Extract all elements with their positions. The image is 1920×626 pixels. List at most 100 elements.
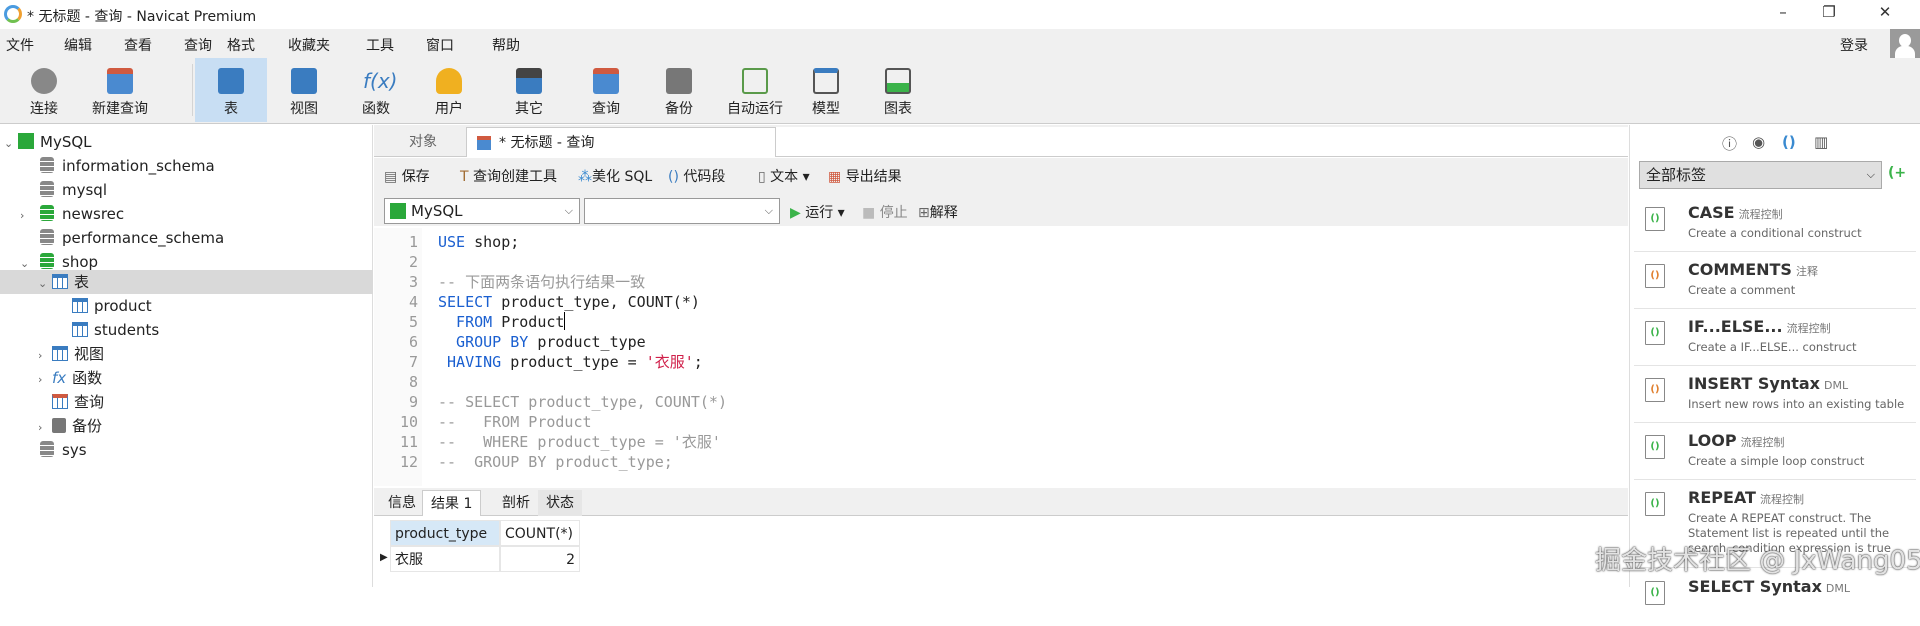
menu-window[interactable]: 窗口 — [426, 35, 454, 55]
tree-item-functions[interactable]: › fx 函数 — [38, 366, 102, 390]
chevron-right-icon[interactable]: › — [38, 368, 52, 392]
snippet-item[interactable]: () IF...ELSE... 流程控制 Create a IF...ELSE... … — [1634, 309, 1916, 366]
chevron-down-icon[interactable]: ⌄ — [38, 272, 52, 296]
save-icon: ▤ — [384, 169, 402, 185]
table-button[interactable]: 表 — [195, 58, 267, 122]
line-number: 10 — [399, 413, 418, 431]
snippet-item[interactable]: () SELECT Syntax DML — [1634, 569, 1916, 626]
chevron-right-icon[interactable]: › — [38, 416, 52, 440]
export-results-button[interactable]: ▦ 导出结果 — [828, 166, 902, 186]
menu-tools[interactable]: 工具 — [366, 35, 394, 55]
window-title: * 无标题 - 查询 - Navicat Premium — [27, 9, 257, 25]
menu-view[interactable]: 查看 — [124, 35, 152, 55]
tree-item-backups[interactable]: › 备份 — [38, 414, 102, 438]
column-header[interactable]: COUNT(*) — [500, 520, 580, 546]
login-link[interactable]: 登录 — [1840, 35, 1868, 55]
user-button[interactable]: 用户 — [413, 58, 485, 122]
save-button[interactable]: ▤ 保存 — [384, 166, 430, 186]
chevron-down-icon: ⌵ — [564, 204, 573, 217]
new-query-button[interactable]: 新建查询 — [84, 58, 156, 122]
brackets-icon[interactable]: () — [1782, 133, 1796, 151]
database-icon — [40, 181, 54, 197]
code-line: -- 下面两条语句执行结果一致 — [438, 273, 646, 291]
menu-favorites[interactable]: 收藏夹 — [288, 35, 330, 55]
tree-item-mysql[interactable]: ⌄ MySQL — [4, 130, 92, 154]
stop-icon: ■ — [862, 205, 880, 221]
snippet-item[interactable]: () LOOP 流程控制 Create a simple loop construct — [1634, 423, 1916, 480]
tree-item-db[interactable]: performance_schema — [40, 226, 224, 250]
tree-item-table[interactable]: students — [72, 318, 159, 342]
tree-item-db[interactable]: sys — [40, 438, 87, 462]
text-button[interactable]: ▯ 文本 ▾ — [758, 166, 810, 186]
menu-file[interactable]: 文件 — [6, 35, 34, 55]
close-button[interactable]: ✕ — [1862, 3, 1908, 25]
menu-edit[interactable]: 编辑 — [64, 35, 92, 55]
run-button[interactable]: ▶ 运行 ▾ — [790, 202, 845, 222]
tab-result-1[interactable]: 结果 1 — [422, 490, 482, 516]
query-button[interactable]: 查询 — [570, 58, 642, 122]
tree-item-views[interactable]: › 视图 — [38, 342, 104, 366]
chart-button[interactable]: 图表 — [862, 58, 934, 122]
connection-select[interactable]: MySQL ⌵ — [384, 198, 580, 224]
line-number: 2 — [408, 253, 418, 271]
tab-info[interactable]: 信息 — [380, 490, 424, 516]
table-cell[interactable]: 衣服 — [390, 546, 500, 572]
info-icon[interactable]: ⓘ — [1722, 133, 1737, 154]
tag-filter-select[interactable]: 全部标签 ⌵ — [1639, 161, 1882, 189]
user-icon — [436, 68, 462, 94]
restore-button[interactable]: ❐ — [1806, 3, 1852, 25]
sql-editor[interactable]: 1 2 3 4 5 6 7 8 9 10 11 12 USE shop; -- … — [374, 228, 1628, 486]
explain-button[interactable]: ⊞解释 — [918, 202, 958, 222]
minimize-button[interactable]: – — [1760, 3, 1806, 25]
tree-item-tables[interactable]: ⌄ 表 — [38, 270, 89, 294]
tree-item-table[interactable]: product — [72, 294, 152, 318]
column-header[interactable]: product_type — [390, 520, 500, 546]
navicat-logo-icon — [4, 5, 22, 23]
tab-query[interactable]: * 无标题 - 查询 — [466, 127, 776, 157]
line-number: 11 — [399, 433, 418, 451]
tab-status[interactable]: 状态 — [538, 490, 582, 516]
table-cell[interactable]: 2 — [500, 546, 580, 572]
layout-icon[interactable]: ▥ — [1814, 133, 1828, 151]
connection-row: MySQL ⌵ ⌵ ▶ 运行 ▾ ■ 停止 ⊞解释 — [374, 190, 1628, 226]
backup-button[interactable]: 备份 — [643, 58, 715, 122]
menu-query[interactable]: 查询 — [184, 35, 212, 55]
query-icon — [52, 394, 68, 409]
snippet-panel: ⓘ ◉ () ▥ 全部标签 ⌵ (+ () CASE 流程控制 Create a con… — [1629, 125, 1920, 605]
snippet-button[interactable]: () 代码段 — [668, 166, 725, 186]
snippet-item[interactable]: () COMMENTS 注释 Create a comment — [1634, 252, 1916, 309]
chevron-right-icon[interactable]: › — [38, 344, 52, 368]
beautify-sql-button[interactable]: ⁂美化 SQL — [578, 166, 652, 186]
tab-profile[interactable]: 剖析 — [494, 490, 538, 516]
database-select[interactable]: ⌵ — [584, 198, 780, 224]
tree-item-db[interactable]: information_schema — [40, 154, 215, 178]
text-cursor — [564, 312, 566, 330]
tree-item-queries[interactable]: 查询 — [52, 390, 104, 414]
snippet-item[interactable]: () INSERT Syntax DML Insert new rows into a… — [1634, 366, 1916, 423]
menu-format[interactable]: 格式 — [227, 35, 255, 55]
stop-button[interactable]: ■ 停止 — [862, 202, 908, 222]
export-icon: ▦ — [828, 169, 846, 185]
snippet-item[interactable]: () CASE 流程控制 Create a conditional construct — [1634, 195, 1916, 252]
automation-button[interactable]: 自动运行 — [715, 58, 795, 122]
tab-objects[interactable]: 对象 — [380, 127, 466, 157]
other-button[interactable]: 其它 — [493, 58, 565, 122]
query-builder-button[interactable]: T 查询创建工具 — [460, 166, 557, 186]
tree-item-db[interactable]: mysql — [40, 178, 107, 202]
function-button[interactable]: f(x) 函数 — [340, 58, 412, 122]
add-snippet-icon[interactable]: (+ — [1888, 165, 1906, 181]
avatar[interactable] — [1890, 29, 1920, 59]
chevron-right-icon[interactable]: › — [20, 204, 34, 228]
chevron-down-icon[interactable]: ⌄ — [20, 252, 34, 276]
line-number: 1 — [408, 233, 418, 251]
connect-button[interactable]: 连接 — [8, 58, 80, 122]
view-icon — [291, 68, 317, 94]
schedule-icon — [742, 68, 768, 94]
model-button[interactable]: 模型 — [790, 58, 862, 122]
eye-icon[interactable]: ◉ — [1752, 133, 1765, 151]
view-button[interactable]: 视图 — [268, 58, 340, 122]
menu-help[interactable]: 帮助 — [492, 35, 520, 55]
tree-item-db[interactable]: › newsrec — [20, 202, 124, 226]
snippet-icon: () — [1645, 321, 1665, 345]
chevron-down-icon[interactable]: ⌄ — [4, 132, 18, 156]
